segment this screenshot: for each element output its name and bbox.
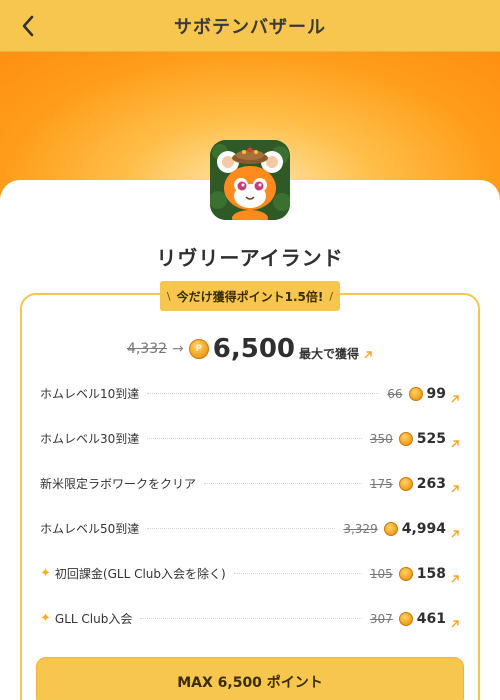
dotted-leader bbox=[233, 573, 362, 574]
max-points-label: MAX 6,500 ポイント bbox=[177, 675, 323, 691]
reward-label: ✦ 初回課金(GLL Club入会を除く) bbox=[40, 565, 226, 582]
reward-row[interactable]: 新米限定ラボワークをクリア 175 263 bbox=[40, 461, 460, 506]
external-arrow-icon bbox=[450, 389, 460, 402]
external-arrow-icon bbox=[450, 434, 460, 447]
reward-row[interactable]: ✦ GLL Club入会 307 461 bbox=[40, 596, 460, 641]
top-bar: サボテンバザール bbox=[0, 0, 500, 52]
arrow-right-icon: → bbox=[172, 341, 184, 357]
promo-label: 今だけ獲得ポイント1.5倍! bbox=[176, 289, 324, 304]
reward-label-text: 新米限定ラボワークをクリア bbox=[40, 477, 197, 491]
external-arrow-icon bbox=[450, 479, 460, 492]
page-title: サボテンバザール bbox=[174, 16, 326, 38]
back-button[interactable] bbox=[14, 12, 42, 40]
reward-new-points: 99 bbox=[426, 385, 446, 402]
app-icon bbox=[210, 140, 290, 220]
app-illustration bbox=[210, 140, 290, 220]
dotted-leader bbox=[140, 618, 362, 619]
chevron-left-icon bbox=[22, 15, 34, 37]
new-total-points: 6,500 bbox=[212, 334, 296, 364]
reward-old-points: 3,329 bbox=[343, 521, 378, 536]
dotted-leader bbox=[147, 438, 362, 439]
old-total-points: 4,332 bbox=[126, 341, 168, 357]
promo-left-mark: \ bbox=[166, 289, 171, 303]
reward-label: ホムレベル10到達 bbox=[40, 385, 139, 402]
external-arrow-icon bbox=[450, 614, 460, 627]
reward-new-points: 263 bbox=[416, 475, 446, 492]
reward-new-points: 4,994 bbox=[401, 520, 446, 537]
reward-row[interactable]: ホムレベル30到達 350 525 bbox=[40, 416, 460, 461]
reward-label: ✦ GLL Club入会 bbox=[40, 610, 132, 627]
reward-label-text: ホムレベル30到達 bbox=[40, 432, 140, 446]
reward-label: ホムレベル50到達 bbox=[40, 520, 139, 537]
promo-badge: \ 今だけ獲得ポイント1.5倍! / bbox=[160, 281, 340, 311]
coin-icon bbox=[398, 566, 413, 581]
reward-label-text: GLL Club入会 bbox=[54, 612, 133, 626]
app-name: リヴリーアイランド bbox=[156, 246, 344, 270]
coin-icon: P bbox=[188, 339, 209, 359]
dotted-leader bbox=[147, 528, 336, 529]
reward-new-points: 158 bbox=[416, 565, 446, 582]
coin-icon bbox=[383, 521, 398, 536]
coin-letter: P bbox=[195, 344, 203, 354]
coin-icon bbox=[398, 611, 413, 626]
external-arrow-icon bbox=[450, 569, 460, 582]
reward-row[interactable]: ホムレベル50到達 3,329 4,994 bbox=[40, 506, 460, 551]
reward-row[interactable]: ホムレベル10到達 66 99 bbox=[40, 371, 460, 416]
reward-label: 新米限定ラボワークをクリア bbox=[40, 475, 196, 492]
total-points-row: 4,332 → P 6,500 最大で獲得 bbox=[0, 334, 500, 364]
reward-label-text: ホムレベル10到達 bbox=[40, 387, 140, 401]
reward-old-points: 350 bbox=[369, 431, 393, 446]
reward-new-points: 525 bbox=[416, 430, 446, 447]
reward-label-text: ホムレベル50到達 bbox=[40, 522, 140, 536]
max-points-button[interactable]: MAX 6,500 ポイント bbox=[36, 657, 464, 700]
reward-old-points: 307 bbox=[369, 611, 393, 626]
coin-icon bbox=[408, 386, 423, 401]
coin-icon bbox=[398, 476, 413, 491]
reward-row[interactable]: ✦ 初回課金(GLL Club入会を除く) 105 158 bbox=[40, 551, 460, 596]
reward-label-text: 初回課金(GLL Club入会を除く) bbox=[54, 567, 226, 581]
reward-list: ホムレベル10到達 66 99 ホムレベル30到達 350 525 新米限定ラボワークをクリ… bbox=[40, 371, 460, 641]
coin-icon bbox=[398, 431, 413, 446]
max-label: 最大で獲得 bbox=[299, 346, 360, 361]
reward-old-points: 175 bbox=[369, 476, 393, 491]
sparkle-icon: ✦ bbox=[40, 566, 51, 581]
reward-label: ホムレベル30到達 bbox=[40, 430, 139, 447]
reward-old-points: 66 bbox=[387, 386, 403, 401]
external-arrow-icon bbox=[450, 524, 460, 537]
dotted-leader bbox=[147, 393, 380, 394]
promo-right-mark: / bbox=[329, 289, 334, 303]
reward-old-points: 105 bbox=[369, 566, 393, 581]
reward-new-points: 461 bbox=[416, 610, 446, 627]
sparkle-icon: ✦ bbox=[40, 611, 51, 626]
dotted-leader bbox=[204, 483, 362, 484]
external-arrow-icon bbox=[363, 345, 373, 359]
